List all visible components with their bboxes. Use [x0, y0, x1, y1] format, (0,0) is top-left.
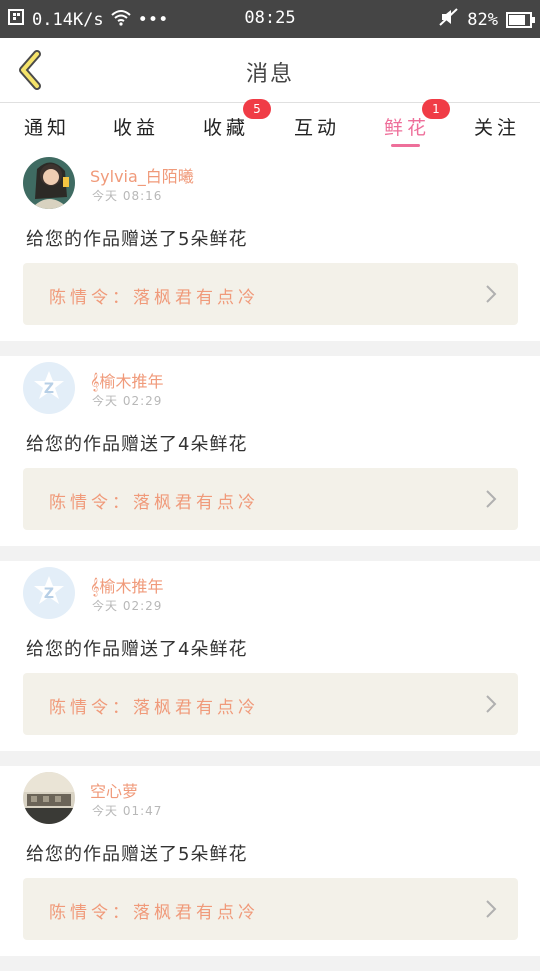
tab-earnings[interactable]: 收益: [113, 113, 159, 140]
timestamp: 今天 02:29: [92, 394, 163, 408]
page-title: 消息: [245, 62, 294, 87]
work-link[interactable]: 陈情令：落枫君有点冷: [23, 673, 518, 735]
tab-favorites[interactable]: 收藏 5: [203, 99, 271, 140]
tab-label: 关注: [474, 117, 521, 139]
list-item: Sylvia_白陌曦 今天 08:16 给您的作品赠送了5朵鲜花 陈情令：落枫君…: [0, 151, 540, 341]
tab-label: 通知: [24, 117, 71, 139]
tab-label: 收益: [113, 117, 160, 139]
tab-interactions[interactable]: 互动: [294, 113, 340, 140]
tab-label: 收藏: [203, 117, 250, 139]
timestamp: 今天 01:47: [92, 804, 163, 818]
battery-fill: [509, 14, 526, 25]
tab-following[interactable]: 关注: [474, 113, 520, 140]
avatar[interactable]: [23, 157, 75, 209]
tab-badge: 1: [422, 99, 450, 119]
avatar[interactable]: Z: [23, 567, 75, 619]
sender-name[interactable]: 空心萝: [90, 778, 138, 802]
active-tab-indicator: [391, 144, 420, 147]
timestamp: 今天 02:29: [92, 599, 163, 613]
work-title: 陈情令：落枫君有点冷: [49, 903, 259, 923]
tab-label: 互动: [294, 117, 341, 139]
list-item: Z 𝄞榆木推年 今天 02:29 给您的作品赠送了4朵鲜花 陈情令：落枫君有点冷: [0, 356, 540, 546]
tab-flowers[interactable]: 鲜花 1: [384, 99, 450, 140]
work-title: 陈情令：落枫君有点冷: [49, 288, 259, 308]
header: 消息: [0, 38, 540, 103]
sender-name[interactable]: 𝄞榆木推年: [90, 573, 163, 597]
tab-notifications[interactable]: 通知: [24, 113, 70, 140]
work-link[interactable]: 陈情令：落枫君有点冷: [23, 468, 518, 530]
message-text: 给您的作品赠送了4朵鲜花: [26, 639, 248, 660]
tab-badge: 5: [243, 99, 271, 119]
sender-name[interactable]: 𝄞榆木推年: [90, 368, 163, 392]
chevron-right-icon: [486, 285, 497, 303]
chevron-right-icon: [486, 695, 497, 713]
status-right: 82%: [439, 8, 535, 31]
avatar[interactable]: Z: [23, 362, 75, 414]
message-text: 给您的作品赠送了4朵鲜花: [26, 434, 248, 455]
flower-feed: Sylvia_白陌曦 今天 08:16 给您的作品赠送了5朵鲜花 陈情令：落枫君…: [0, 151, 540, 971]
sender-name[interactable]: Sylvia_白陌曦: [90, 163, 194, 187]
timestamp: 今天 08:16: [92, 189, 163, 203]
svg-text:Z: Z: [44, 586, 54, 602]
mute-icon: [439, 8, 459, 31]
list-item: 空心萝 今天 01:47 给您的作品赠送了5朵鲜花 陈情令：落枫君有点冷: [0, 766, 540, 956]
battery-icon: [506, 11, 535, 28]
work-link[interactable]: 陈情令：落枫君有点冷: [23, 263, 518, 325]
svg-text:Z: Z: [44, 381, 54, 397]
chevron-right-icon: [486, 490, 497, 508]
avatar[interactable]: [23, 772, 75, 824]
message-text: 给您的作品赠送了5朵鲜花: [26, 844, 248, 865]
tab-label: 鲜花: [384, 117, 431, 139]
message-text: 给您的作品赠送了5朵鲜花: [26, 229, 248, 250]
battery-percent: 82%: [467, 9, 498, 30]
tab-bar: 通知 收益 收藏 5 互动 鲜花 1 关注: [0, 99, 540, 151]
status-bar: 0.14K/s ••• 08:25 82%: [0, 0, 540, 38]
list-item: Z 𝄞榆木推年 今天 02:29 给您的作品赠送了4朵鲜花 陈情令：落枫君有点冷: [0, 561, 540, 751]
work-title: 陈情令：落枫君有点冷: [49, 493, 259, 513]
chevron-right-icon: [486, 900, 497, 918]
work-link[interactable]: 陈情令：落枫君有点冷: [23, 878, 518, 940]
work-title: 陈情令：落枫君有点冷: [49, 698, 259, 718]
